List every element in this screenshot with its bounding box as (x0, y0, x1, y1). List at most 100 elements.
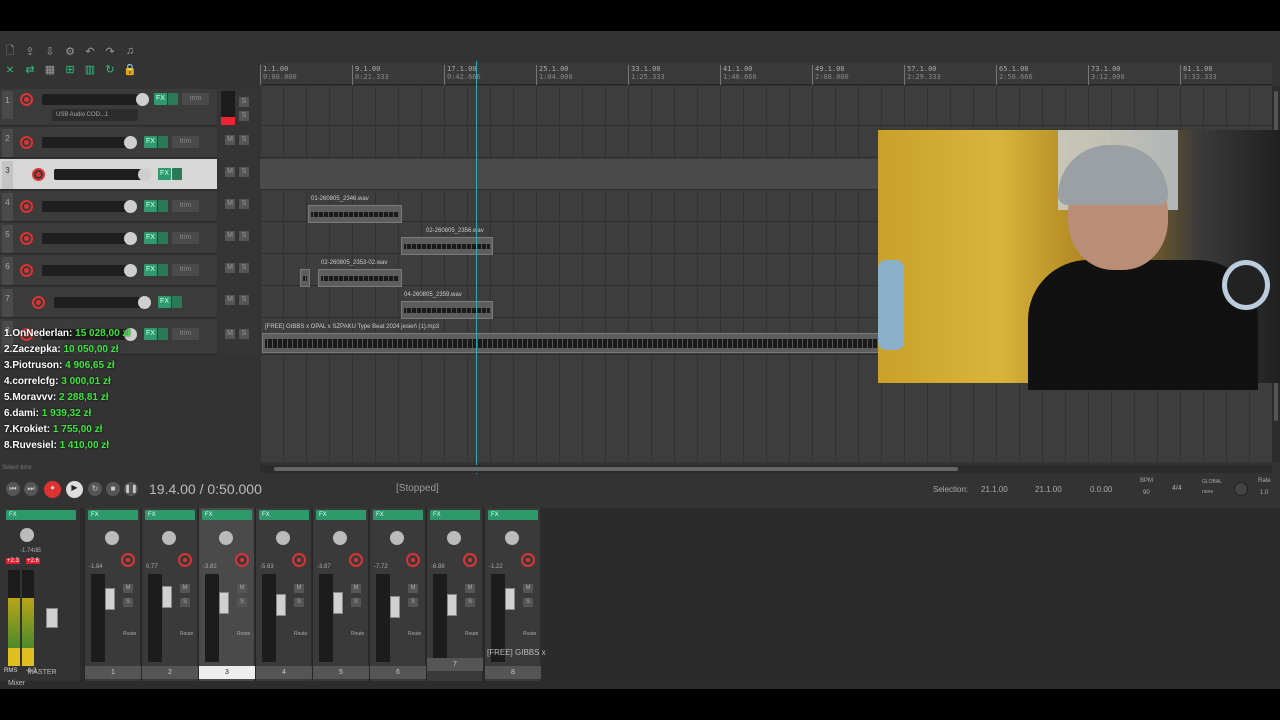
scroll-thumb[interactable] (274, 467, 958, 471)
mute-button[interactable]: M (225, 329, 235, 339)
open-project-icon[interactable]: ⇪ (22, 43, 38, 59)
strip-fader[interactable] (276, 594, 286, 616)
strip-fx-button[interactable]: FX (373, 510, 423, 520)
fx-button[interactable]: FX (144, 136, 157, 148)
route-button[interactable]: Route (351, 630, 364, 639)
track-7[interactable]: 7 FX (0, 287, 217, 318)
snap-icon[interactable]: ⊞ (62, 61, 78, 77)
volume-slider[interactable] (42, 200, 137, 213)
volume-slider[interactable] (42, 232, 137, 245)
record-arm-button[interactable] (20, 93, 33, 106)
volume-slider[interactable] (42, 93, 149, 106)
rate-knob[interactable] (1234, 482, 1248, 496)
loop-icon[interactable]: ↻ (102, 61, 118, 77)
record-arm-button[interactable] (349, 553, 363, 567)
record-arm-button[interactable] (521, 553, 535, 567)
mute-button[interactable]: M (225, 167, 235, 177)
solo-button[interactable]: S (239, 111, 249, 121)
grid-lines-icon[interactable]: ▥ (82, 61, 98, 77)
mute-button[interactable]: M (523, 584, 533, 593)
volume-slider[interactable] (54, 296, 151, 309)
record-arm-button[interactable] (20, 136, 33, 149)
record-arm-button[interactable] (292, 553, 306, 567)
mute-button[interactable]: M (237, 584, 247, 593)
record-button[interactable]: ● (44, 481, 61, 498)
fx-bypass-button[interactable] (158, 264, 168, 276)
mixer-strip-6[interactable]: FX -7.72 M S Route 6 (369, 508, 426, 681)
fx-button[interactable]: FX (154, 93, 167, 105)
solo-button[interactable]: S (239, 199, 249, 209)
pause-icon[interactable]: ❚❚ (124, 482, 138, 496)
solo-button[interactable]: S (239, 295, 249, 305)
mute-button[interactable]: M (465, 584, 475, 593)
route-button[interactable]: Route (180, 630, 193, 639)
mute-button[interactable]: M (225, 295, 235, 305)
route-button[interactable]: Route (237, 630, 250, 639)
mixer-tab[interactable]: Mixer (8, 680, 25, 687)
solo-button[interactable]: S (239, 231, 249, 241)
trim-button[interactable]: trim (172, 232, 199, 244)
master-pan-knob[interactable] (20, 528, 34, 542)
media-item[interactable]: 04-260805_2359.wav (401, 292, 493, 319)
route-button[interactable]: Route (294, 630, 307, 639)
record-arm-button[interactable] (121, 553, 135, 567)
strip-fx-button[interactable]: FX (259, 510, 309, 520)
horizontal-scrollbar[interactable] (260, 465, 1272, 473)
link-icon[interactable]: ⇄ (22, 61, 38, 77)
mixer-strip-4[interactable]: FX -5.63 M S Route 4 (255, 508, 312, 681)
mixer-strip-7[interactable]: FX -6.88 M S Route 7 (426, 508, 483, 681)
repeat-icon[interactable]: ↻ (88, 482, 102, 496)
strip-fader[interactable] (219, 592, 229, 614)
play-button[interactable]: ▶ (66, 481, 83, 498)
solo-button[interactable]: S (180, 598, 190, 607)
volume-slider[interactable] (42, 136, 137, 149)
pan-knob[interactable] (333, 531, 347, 545)
pan-knob[interactable] (162, 531, 176, 545)
track-5[interactable]: 5 FX trim (0, 223, 217, 254)
record-arm-button[interactable] (406, 553, 420, 567)
selection-start[interactable]: 21.1.00 (981, 485, 1008, 494)
selection-end[interactable]: 21.1.00 (1035, 485, 1062, 494)
strip-fx-button[interactable]: FX (316, 510, 366, 520)
fx-button[interactable]: FX (158, 296, 171, 308)
time-signature[interactable]: 4/4 (1172, 485, 1182, 492)
fx-bypass-button[interactable] (172, 168, 182, 180)
route-button[interactable]: Route (523, 630, 536, 639)
strip-fx-button[interactable]: FX (88, 510, 138, 520)
volume-slider[interactable] (54, 168, 151, 181)
solo-button[interactable]: S (465, 598, 475, 607)
record-arm-button[interactable] (20, 232, 33, 245)
mixer-strip-3[interactable]: FX -3.82 M S Route 3 (198, 508, 255, 681)
media-item[interactable]: 02-260805_2353-02.wav (318, 260, 402, 287)
solo-button[interactable]: S (239, 135, 249, 145)
solo-button[interactable]: S (239, 97, 249, 107)
solo-button[interactable]: S (351, 598, 361, 607)
master-fader[interactable] (46, 608, 58, 628)
solo-button[interactable]: S (239, 167, 249, 177)
pan-knob[interactable] (505, 531, 519, 545)
timeline-ruler[interactable]: 1.1.00 0:00.000 9.1.00 0:21.333 17.1.00 0:4… (260, 63, 1272, 85)
mute-button[interactable]: M (123, 584, 133, 593)
media-item[interactable] (300, 269, 310, 287)
trim-button[interactable]: trim (172, 136, 199, 148)
trim-button[interactable]: trim (172, 264, 199, 276)
route-button[interactable]: Route (465, 630, 478, 639)
record-arm-button[interactable] (235, 553, 249, 567)
fx-button[interactable]: FX (158, 168, 171, 180)
fx-button[interactable]: FX (144, 232, 157, 244)
mixer-strip-2[interactable]: FX 0.77 M S Route 2 (141, 508, 198, 681)
record-arm-button[interactable] (20, 200, 33, 213)
strip-fx-button[interactable]: FX (202, 510, 252, 520)
redo-icon[interactable]: ↷ (102, 43, 118, 59)
strip-fx-button[interactable]: FX (145, 510, 195, 520)
lock-icon[interactable]: 🔒 (122, 61, 138, 77)
record-arm-button[interactable] (178, 553, 192, 567)
ripple-icon[interactable]: ⨯ (2, 61, 18, 77)
record-arm-button[interactable] (463, 553, 477, 567)
track-6[interactable]: 6 FX trim (0, 255, 217, 286)
route-button[interactable]: Route (123, 630, 136, 639)
fx-bypass-button[interactable] (168, 93, 178, 105)
pan-knob[interactable] (219, 531, 233, 545)
track-4[interactable]: 4 FX trim (0, 191, 217, 222)
record-arm-button[interactable] (32, 296, 45, 309)
